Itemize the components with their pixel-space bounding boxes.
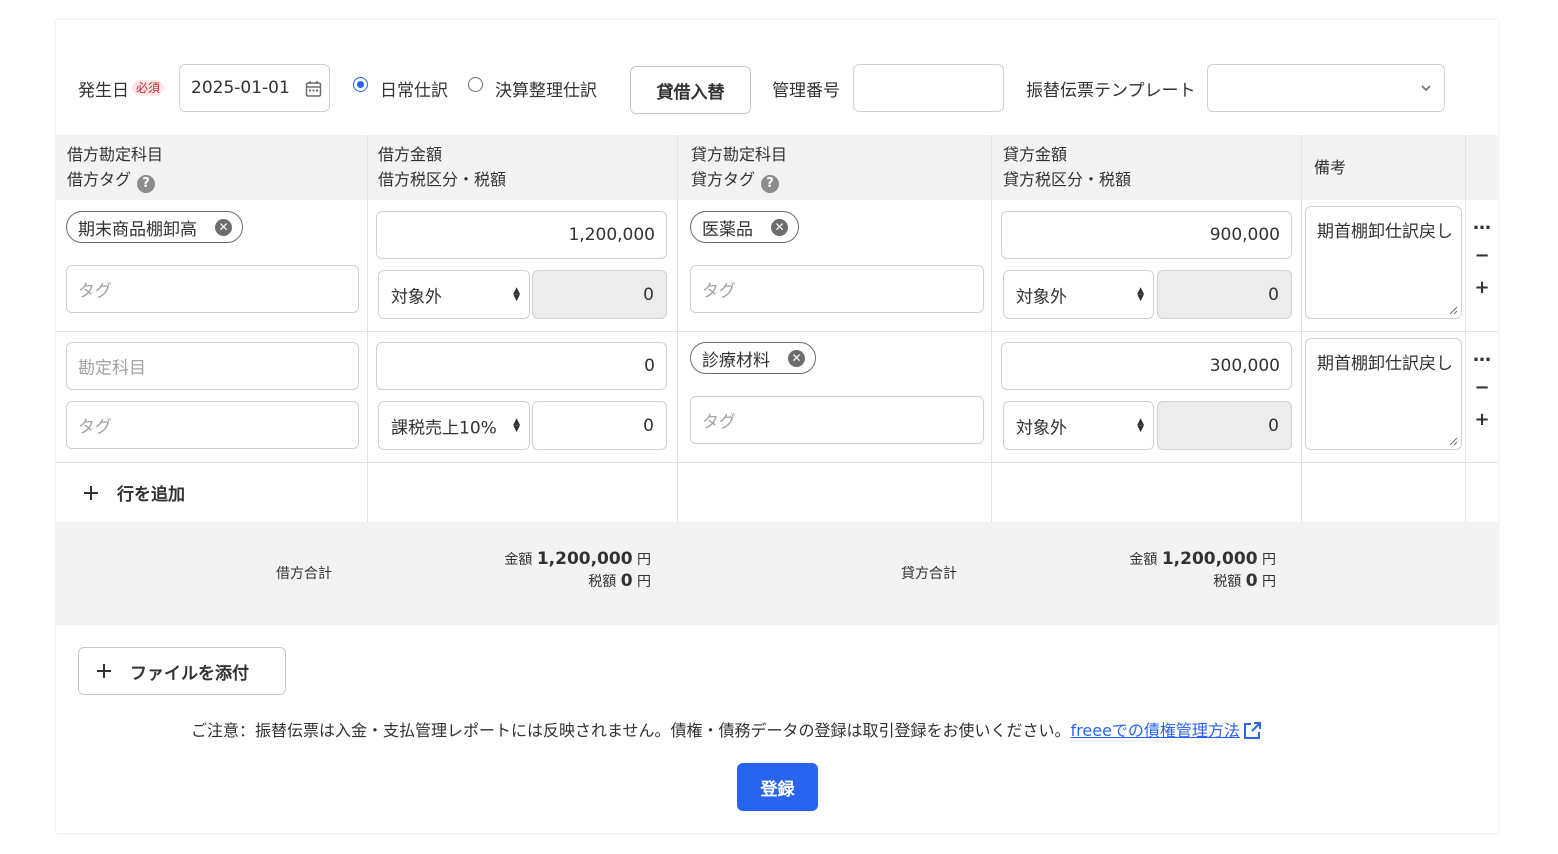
credit-tax-amount: 0 xyxy=(1157,270,1292,319)
col-debit-amount: 借方金額 xyxy=(378,145,443,164)
radio-closing-entry[interactable] xyxy=(468,77,483,92)
swap-debit-credit-button[interactable]: 貸借入替 xyxy=(630,66,751,114)
add-row-button[interactable]: 行を追加 xyxy=(82,480,185,505)
attach-file-label: ファイルを添付 xyxy=(130,663,249,684)
totals-row: 借方合計 金額 1,200,000 円 税額 0 円 貸方合計 金額 1,200… xyxy=(56,522,1498,625)
template-label: 振替伝票テンプレート xyxy=(1026,81,1196,101)
mgmt-number-label: 管理番号 xyxy=(772,81,840,101)
row-more-button[interactable]: … xyxy=(1472,213,1492,234)
table-header: 借方勘定科目 借方タグ? 借方金額 借方税区分・税額 貸方勘定科目 貸方タグ? … xyxy=(56,135,1498,200)
col-credit-tax: 貸方税区分・税額 xyxy=(1003,170,1132,189)
row-add-button[interactable]: + xyxy=(1472,277,1492,298)
row-more-button[interactable]: … xyxy=(1472,345,1492,366)
select-arrows-icon: ▲ ▼ xyxy=(1137,285,1144,303)
col-debit-account: 借方勘定科目 xyxy=(67,145,164,164)
notice: ご注意：振替伝票は入金・支払管理レポートには反映されません。債権・債務データの登… xyxy=(191,717,1262,741)
debit-tax-select[interactable]: 課税売上10% ▲ ▼ xyxy=(378,401,530,450)
calendar-icon[interactable] xyxy=(305,80,322,98)
template-select[interactable] xyxy=(1207,64,1445,112)
debit-account-chip[interactable]: 期末商品棚卸高 ✕ xyxy=(66,211,243,243)
resize-handle-icon[interactable] xyxy=(1448,305,1458,315)
col-credit-account: 貸方勘定科目 xyxy=(691,145,788,164)
credit-amount-input[interactable]: 300,000 xyxy=(1001,342,1292,390)
date-label: 発生日 xyxy=(78,81,129,101)
debit-amount-input[interactable]: 1,200,000 xyxy=(376,211,667,259)
row-remove-button[interactable]: − xyxy=(1472,245,1492,266)
select-arrows-icon: ▲ ▼ xyxy=(513,285,520,303)
remarks-textarea[interactable]: 期首棚卸仕訳戻し xyxy=(1305,338,1462,450)
date-value: 2025-01-01 xyxy=(191,78,290,98)
debit-tag-input[interactable]: タグ xyxy=(66,401,359,449)
receivables-help-link[interactable]: freeeでの債権管理方法 xyxy=(1071,721,1240,740)
debit-total-label: 借方合計 xyxy=(276,566,332,582)
debit-tax-amount-input[interactable]: 0 xyxy=(532,401,667,450)
remarks-textarea[interactable]: 期首棚卸仕訳戻し xyxy=(1305,206,1462,319)
radio-normal-label[interactable]: 日常仕訳 xyxy=(380,76,448,101)
register-button[interactable]: 登録 xyxy=(737,763,818,811)
date-input[interactable]: 2025-01-01 xyxy=(179,64,330,112)
credit-tax-select[interactable]: 対象外 ▲ ▼ xyxy=(1003,270,1154,319)
col-credit-tag: 貸方タグ xyxy=(691,170,756,189)
debit-tax-select[interactable]: 対象外 ▲ ▼ xyxy=(378,270,530,319)
required-badge: 必須 xyxy=(132,80,165,96)
col-credit-amount: 貸方金額 xyxy=(1003,145,1068,164)
credit-account-chip[interactable]: 医薬品 ✕ xyxy=(690,211,799,243)
radio-normal-entry[interactable] xyxy=(353,77,368,92)
clear-icon[interactable]: ✕ xyxy=(771,218,788,236)
debit-amount-input[interactable]: 0 xyxy=(376,342,667,390)
row-remove-button[interactable]: − xyxy=(1472,377,1492,398)
entry-header: 発生日 必須 2025-01-01 日常仕訳 決算整理仕訳 貸借入替 管理番号 … xyxy=(56,20,1498,135)
journal-entry-card: 発生日 必須 2025-01-01 日常仕訳 決算整理仕訳 貸借入替 管理番号 … xyxy=(56,20,1498,833)
clear-icon[interactable]: ✕ xyxy=(215,218,232,236)
attach-file-button[interactable]: ファイルを添付 xyxy=(78,647,286,695)
debit-tag-input[interactable]: タグ xyxy=(66,265,359,313)
credit-tag-input[interactable]: タグ xyxy=(690,396,984,444)
credit-amount-input[interactable]: 900,000 xyxy=(1001,211,1292,259)
help-icon[interactable]: ? xyxy=(137,175,156,193)
credit-tax-select[interactable]: 対象外 ▲ ▼ xyxy=(1003,401,1154,450)
col-debit-tag: 借方タグ xyxy=(67,170,132,189)
debit-account-input[interactable]: 勘定科目 xyxy=(66,342,359,390)
radio-closing-label[interactable]: 決算整理仕訳 xyxy=(495,76,597,101)
credit-account-chip[interactable]: 診療材料 ✕ xyxy=(690,342,816,374)
mgmt-number-input[interactable] xyxy=(853,64,1004,112)
credit-total: 金額 1,200,000 円 税額 0 円 xyxy=(1129,549,1276,591)
external-link-icon[interactable] xyxy=(1242,721,1262,741)
credit-tax-amount: 0 xyxy=(1157,401,1292,450)
resize-handle-icon[interactable] xyxy=(1448,436,1458,446)
row-add-button[interactable]: + xyxy=(1472,409,1492,430)
select-arrows-icon: ▲ ▼ xyxy=(513,416,520,434)
plus-icon xyxy=(84,485,98,500)
credit-total-label: 貸方合計 xyxy=(901,566,957,582)
col-remarks: 備考 xyxy=(1314,158,1347,177)
debit-tax-amount: 0 xyxy=(532,270,667,319)
debit-total: 金額 1,200,000 円 税額 0 円 xyxy=(504,549,651,591)
select-arrows-icon: ▲ ▼ xyxy=(1137,416,1144,434)
help-icon[interactable]: ? xyxy=(761,175,780,193)
col-debit-tax: 借方税区分・税額 xyxy=(378,170,507,189)
add-row-label: 行を追加 xyxy=(117,485,185,505)
notice-text: ご注意：振替伝票は入金・支払管理レポートには反映されません。債権・債務データの登… xyxy=(191,721,1071,740)
plus-icon xyxy=(97,664,111,678)
credit-tag-input[interactable]: タグ xyxy=(690,265,984,313)
clear-icon[interactable]: ✕ xyxy=(788,349,805,367)
chevron-down-icon xyxy=(1421,85,1431,92)
